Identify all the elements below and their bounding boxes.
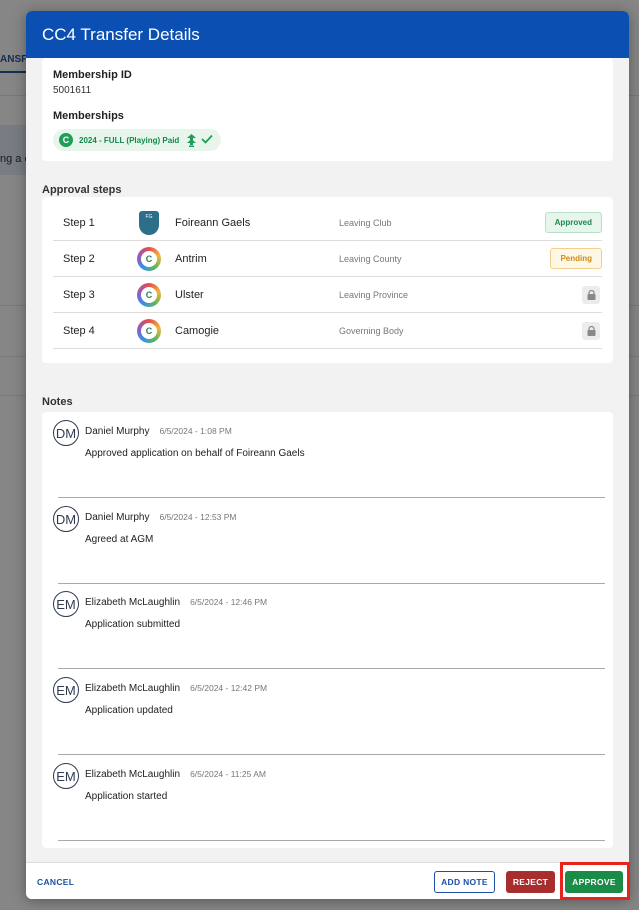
approval-step-row: Step 1 FG Foireann Gaels Leaving Club Ap… bbox=[53, 205, 602, 241]
memberships-label: Memberships bbox=[53, 110, 124, 122]
note-timestamp: 6/5/2024 - 11:25 AM bbox=[190, 769, 266, 779]
note-timestamp: 6/5/2024 - 12:42 PM bbox=[190, 683, 268, 693]
step-organisation: Antrim bbox=[175, 252, 207, 265]
modal-header: CC4 Transfer Details bbox=[26, 11, 629, 58]
note-timestamp: 6/5/2024 - 12:53 PM bbox=[159, 512, 237, 522]
step-type: Leaving Club bbox=[339, 217, 392, 228]
note-item: EM Elizabeth McLaughlin 6/5/2024 - 11:25 … bbox=[42, 755, 613, 841]
step-organisation: Ulster bbox=[175, 288, 204, 301]
note-timestamp: 6/5/2024 - 12:46 PM bbox=[190, 597, 268, 607]
notes-title: Notes bbox=[42, 396, 73, 408]
status-badge-pending: Pending bbox=[550, 248, 602, 269]
approval-step-row: Step 3 C Ulster Leaving Province bbox=[53, 277, 602, 313]
note-text: Application started bbox=[85, 791, 168, 802]
approve-highlight-box bbox=[560, 862, 630, 900]
note-author: Elizabeth McLaughlin bbox=[85, 683, 181, 694]
note-item: EM Elizabeth McLaughlin 6/5/2024 - 12:46 … bbox=[42, 583, 613, 669]
step-organisation: Foireann Gaels bbox=[175, 216, 251, 229]
step-type: Leaving Province bbox=[339, 289, 409, 300]
modal-footer: CANCEL ADD NOTE REJECT APPROVE bbox=[26, 862, 629, 899]
note-author: Daniel Murphy bbox=[85, 426, 150, 437]
step-organisation: Camogie bbox=[175, 324, 220, 337]
avatar: EM bbox=[53, 591, 79, 617]
membership-chip: C 2024 - FULL (Playing) Paid bbox=[53, 129, 222, 151]
note-text: Approved application on behalf of Foirea… bbox=[85, 448, 305, 459]
membership-id-value: 5001611 bbox=[53, 85, 92, 96]
note-text: Application updated bbox=[85, 705, 173, 716]
camogie-logo-icon: C bbox=[137, 246, 161, 271]
step-number: Step 3 bbox=[63, 288, 95, 301]
notes-card: DM Daniel Murphy 6/5/2024 - 1:08 PM Appro… bbox=[42, 412, 613, 848]
note-text: Agreed at AGM bbox=[85, 534, 154, 545]
step-number: Step 2 bbox=[63, 252, 95, 265]
step-type: Leaving County bbox=[339, 253, 402, 264]
camogie-logo-icon: C bbox=[137, 318, 161, 343]
modal-body: Membership ID 5001611 Memberships C 2024… bbox=[26, 58, 629, 862]
membership-card: Membership ID 5001611 Memberships C 2024… bbox=[42, 58, 613, 161]
note-timestamp: 6/5/2024 - 1:08 PM bbox=[159, 426, 232, 436]
step-number: Step 4 bbox=[63, 324, 95, 337]
note-item: DM Daniel Murphy 6/5/2024 - 1:08 PM Appro… bbox=[42, 412, 613, 498]
check-icon bbox=[201, 134, 213, 144]
camogie-logo-icon: C bbox=[59, 133, 73, 147]
note-item: EM Elizabeth McLaughlin 6/5/2024 - 12:42 … bbox=[42, 669, 613, 755]
membership-chip-label: 2024 - FULL (Playing) Paid bbox=[79, 135, 180, 145]
step-number: Step 1 bbox=[63, 216, 95, 229]
modal-title: CC4 Transfer Details bbox=[42, 25, 200, 44]
avatar: EM bbox=[53, 763, 79, 789]
approval-steps-title: Approval steps bbox=[42, 184, 122, 196]
add-note-button[interactable]: ADD NOTE bbox=[434, 871, 495, 893]
note-author: Elizabeth McLaughlin bbox=[85, 769, 181, 780]
upgrade-arrows-icon bbox=[187, 133, 197, 147]
note-divider bbox=[58, 840, 605, 841]
note-item: DM Daniel Murphy 6/5/2024 - 12:53 PM Agre… bbox=[42, 498, 613, 584]
membership-id-label: Membership ID bbox=[53, 69, 132, 81]
avatar: EM bbox=[53, 677, 79, 703]
status-badge-approved: Approved bbox=[544, 212, 602, 233]
cancel-button[interactable]: CANCEL bbox=[37, 871, 85, 893]
approval-step-row: Step 4 C Camogie Governing Body bbox=[53, 313, 602, 349]
lock-icon bbox=[582, 285, 600, 304]
avatar: DM bbox=[53, 506, 79, 532]
lock-icon bbox=[582, 321, 600, 340]
step-type: Governing Body bbox=[339, 325, 404, 336]
approval-steps-card: Step 1 FG Foireann Gaels Leaving Club Ap… bbox=[42, 197, 613, 363]
club-crest-icon: FG bbox=[139, 210, 159, 235]
note-author: Elizabeth McLaughlin bbox=[85, 597, 181, 608]
camogie-logo-icon: C bbox=[137, 282, 161, 307]
note-author: Daniel Murphy bbox=[85, 512, 150, 523]
note-text: Application submitted bbox=[85, 619, 181, 630]
reject-button[interactable]: REJECT bbox=[506, 871, 555, 893]
transfer-details-modal: CC4 Transfer Details Membership ID 50016… bbox=[26, 11, 629, 899]
approval-step-row: Step 2 C Antrim Leaving County Pending bbox=[53, 241, 602, 277]
avatar: DM bbox=[53, 420, 79, 446]
